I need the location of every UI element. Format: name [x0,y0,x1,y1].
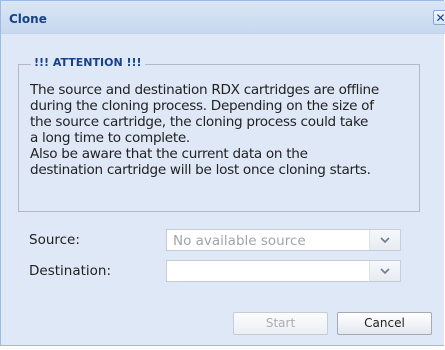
source-dropdown-trigger[interactable] [369,230,400,250]
destination-combobox[interactable] [166,260,401,282]
dialog-titlebar[interactable]: Clone [1,1,445,34]
source-value: No available source [173,233,306,249]
cancel-button[interactable]: Cancel [337,312,432,335]
chevron-down-icon [380,237,390,244]
start-button[interactable]: Start [233,312,328,335]
source-combobox[interactable]: No available source [166,229,401,251]
source-label: Source: [29,232,80,248]
close-icon: ✕ [435,11,445,25]
chevron-down-icon [380,268,390,275]
dialog-title: Clone [9,12,47,26]
destination-dropdown-trigger[interactable] [369,261,400,281]
clone-dialog: Clone ✕ !!! ATTENTION !!! The source and… [0,0,445,346]
attention-message: The source and destination RDX cartridge… [30,82,379,178]
close-button[interactable]: ✕ [433,10,445,25]
attention-legend: !!! ATTENTION !!! [31,56,145,69]
destination-label: Destination: [29,263,112,279]
